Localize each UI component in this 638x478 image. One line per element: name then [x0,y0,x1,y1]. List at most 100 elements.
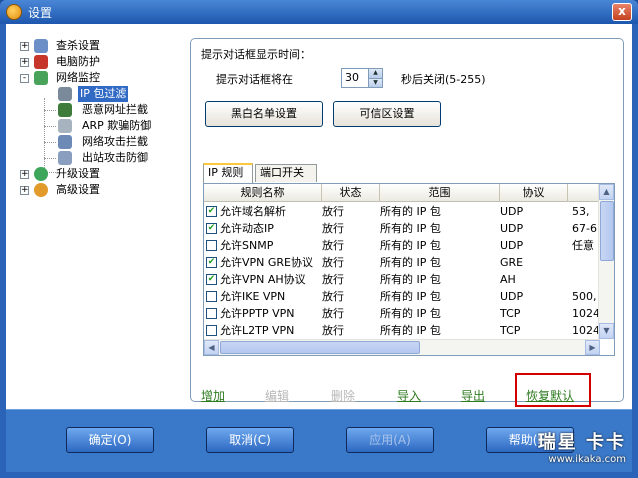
cell-extra: 67-6 [572,222,597,235]
table-row[interactable]: ✔ 允许VPN AH协议 放行 所有的 IP 包 AH [204,271,600,288]
vertical-scrollbar[interactable]: ▲ ▼ [598,184,614,339]
popup-seconds-stepper[interactable]: 30 ▲ ▼ [341,68,383,88]
horizontal-scrollbar[interactable]: ◀ ▶ [204,339,600,355]
tree-item-outbound[interactable]: 出站攻击防御 [16,150,176,166]
rule-enable-checkbox[interactable] [206,291,217,302]
cell-name: 允许SNMP [220,239,274,252]
export-rules-link[interactable]: 导出 [461,387,485,404]
ip-filter-panel: 提示对话框显示时间： 提示对话框将在 30 ▲ ▼ 秒后关闭(5-255) 黑白… [190,38,624,407]
cell-protocol: TCP [500,307,521,320]
table-row[interactable]: 允许SNMP 放行 所有的 IP 包 UDP 任意 [204,237,600,254]
cancel-button[interactable]: 取消(C) [206,427,294,453]
apply-button[interactable]: 应用(A) [346,427,434,453]
cell-protocol: UDP [500,205,524,218]
network-icon [34,71,48,85]
cell-name: 允许VPN GRE协议 [220,256,314,269]
table-row[interactable]: 允许L2TP VPN 放行 所有的 IP 包 TCP 1024 [204,322,600,339]
restore-defaults-link[interactable]: 恢复默认 [526,387,574,404]
table-row[interactable]: 允许IKE VPN 放行 所有的 IP 包 UDP 500, [204,288,600,305]
cell-name: 允许PPTP VPN [220,307,295,320]
rule-enable-checkbox[interactable]: ✔ [206,223,217,234]
cell-range: 所有的 IP 包 [380,290,441,303]
expand-icon[interactable]: + [20,58,29,67]
tree-item-ip-filter[interactable]: IP 包过滤 [16,86,176,102]
expand-icon[interactable]: + [20,170,29,179]
delete-rule-link[interactable]: 删除 [331,387,355,404]
cell-status: 放行 [322,239,344,252]
col-extra[interactable] [568,184,600,202]
table-header: 规则名称 状态 范围 协议 [204,184,600,202]
import-rules-link[interactable]: 导入 [397,387,421,404]
spin-up-icon[interactable]: ▲ [368,69,382,78]
collapse-icon[interactable]: - [20,74,29,83]
scroll-up-icon[interactable]: ▲ [599,184,614,200]
col-rule-name[interactable]: 规则名称 [204,184,322,202]
gear-icon [34,183,48,197]
watermark: 瑞星 卡卡 www.ikaka.com [494,428,626,468]
cell-protocol: GRE [500,256,524,269]
expand-icon[interactable]: + [20,42,29,51]
rule-enable-checkbox[interactable]: ✔ [206,257,217,268]
blacklist-settings-button[interactable]: 黑白名单设置 [205,101,323,127]
cell-range: 所有的 IP 包 [380,324,441,337]
cell-extra: 500, [572,290,597,303]
table-row[interactable]: 允许PPTP VPN 放行 所有的 IP 包 TCP 1024 [204,305,600,322]
popup-seconds-value[interactable]: 30 [345,71,359,84]
cell-status: 放行 [322,256,344,269]
tree-item-protection[interactable]: + 电脑防护 [16,54,176,70]
title-bar[interactable]: 设置 x [0,0,638,24]
cell-range: 所有的 IP 包 [380,273,441,286]
col-status[interactable]: 状态 [322,184,380,202]
col-range[interactable]: 范围 [380,184,500,202]
edit-rule-link[interactable]: 编辑 [265,387,289,404]
tab-ip-rules[interactable]: IP 规则 [203,163,253,183]
tree-item-network[interactable]: - 网络监控 [16,70,176,86]
tree-item-advanced[interactable]: + 高级设置 [16,182,176,198]
rule-enable-checkbox[interactable] [206,325,217,336]
tree-item-url-block[interactable]: 恶意网址拦截 [16,102,176,118]
cell-name: 允许L2TP VPN [220,324,295,337]
tree-item-arp[interactable]: ARP 欺骗防御 [16,118,176,134]
url-block-icon [58,103,72,117]
expand-icon[interactable]: + [20,186,29,195]
table-row[interactable]: ✔ 允许VPN GRE协议 放行 所有的 IP 包 GRE [204,254,600,271]
scroll-down-icon[interactable]: ▼ [599,323,614,339]
add-rule-link[interactable]: 增加 [201,387,225,404]
spin-down-icon[interactable]: ▼ [368,78,382,87]
cell-protocol: UDP [500,239,524,252]
vertical-scroll-thumb[interactable] [600,201,614,261]
rules-table: 规则名称 状态 范围 协议 ✔ 允许域名解析 放行 所有的 IP 包 UDP 53, ✔ 允许… [203,183,615,356]
attack-block-icon [58,135,72,149]
close-button[interactable]: x [612,3,632,21]
arp-icon [58,119,72,133]
ok-button[interactable]: 确定(O) [66,427,154,453]
rule-enable-checkbox[interactable] [206,308,217,319]
cell-status: 放行 [322,290,344,303]
tree-item-attack-block[interactable]: 网络攻击拦截 [16,134,176,150]
outbound-icon [58,151,72,165]
tree-item-scan[interactable]: + 查杀设置 [16,38,176,54]
cell-extra: 任意 [572,239,594,252]
cell-status: 放行 [322,222,344,235]
tree-item-update[interactable]: + 升级设置 [16,166,176,182]
cell-protocol: AH [500,273,516,286]
col-protocol[interactable]: 协议 [500,184,568,202]
cell-status: 放行 [322,324,344,337]
horizontal-scroll-thumb[interactable] [220,341,420,354]
window-title: 设置 [28,6,53,20]
popup-close-prefix: 提示对话框将在 [216,73,293,86]
rule-enable-checkbox[interactable] [206,240,217,251]
trusted-zone-button[interactable]: 可信区设置 [333,101,441,127]
filter-icon [58,87,72,101]
table-row[interactable]: ✔ 允许域名解析 放行 所有的 IP 包 UDP 53, [204,203,600,220]
cell-status: 放行 [322,307,344,320]
client-area: + 查杀设置 + 电脑防护 - 网络监控 IP 包过滤 恶意网址拦截 ARP 欺… [6,24,632,409]
rule-enable-checkbox[interactable]: ✔ [206,206,217,217]
tab-port-switch[interactable]: 端口开关 [255,164,317,182]
cell-range: 所有的 IP 包 [380,256,441,269]
cell-protocol: TCP [500,324,521,337]
scroll-left-icon[interactable]: ◀ [204,340,219,355]
scroll-right-icon[interactable]: ▶ [585,340,600,355]
rule-enable-checkbox[interactable]: ✔ [206,274,217,285]
table-row[interactable]: ✔ 允许动态IP 放行 所有的 IP 包 UDP 67-6 [204,220,600,237]
